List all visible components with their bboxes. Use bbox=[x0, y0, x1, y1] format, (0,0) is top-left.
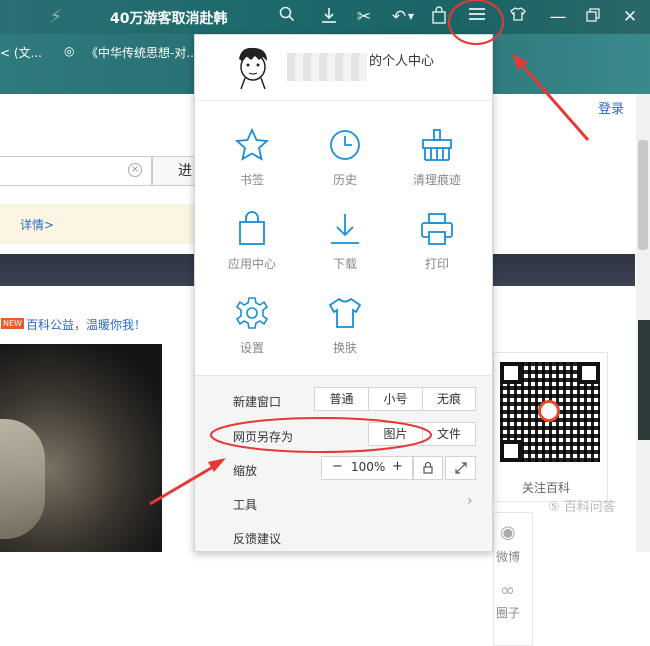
bookmark-item[interactable]: < (文... bbox=[0, 44, 42, 61]
chevron-down-icon[interactable]: ▼ bbox=[406, 6, 416, 28]
clear-icon[interactable]: × bbox=[128, 163, 142, 177]
download-icon[interactable] bbox=[318, 6, 340, 28]
menu-item-bookmarks[interactable]: 书签 bbox=[212, 127, 292, 188]
clock-icon bbox=[330, 130, 360, 160]
menu-item-app-center[interactable]: 应用中心 bbox=[212, 211, 292, 272]
follow-label: 关注百科 bbox=[522, 481, 571, 495]
tshirt-icon bbox=[328, 297, 362, 328]
save-as-label: 网页另存为 bbox=[233, 430, 294, 444]
share-weibo[interactable]: 微博 bbox=[496, 548, 520, 565]
scissors-icon[interactable]: ✂ bbox=[353, 6, 375, 28]
title-bar: ⚡ 40万游客取消赴韩 ✂ ↶ ▼ — ✕ bbox=[0, 0, 650, 34]
scrollbar-thumb[interactable] bbox=[638, 140, 648, 250]
minimize-icon[interactable]: — bbox=[547, 6, 569, 28]
window-title: 40万游客取消赴韩 bbox=[110, 11, 228, 27]
charity-link[interactable]: 百科公益，温暖你我！ bbox=[26, 316, 146, 333]
search-button[interactable]: 进 bbox=[152, 156, 197, 186]
bookmark-item[interactable]: 《中华传统思想-对... bbox=[86, 44, 198, 61]
qr-finder bbox=[500, 440, 522, 462]
qr-finder bbox=[500, 362, 522, 384]
save-as-file-button[interactable]: 文件 bbox=[422, 422, 476, 446]
qr-finder bbox=[578, 362, 600, 384]
watermark: ⑤ 百科问答 bbox=[548, 500, 616, 515]
zoom-in-button[interactable]: + bbox=[392, 459, 403, 474]
shopping-bag-icon bbox=[239, 211, 265, 245]
weibo-icon[interactable]: ◉ bbox=[500, 522, 516, 543]
lock-icon bbox=[423, 461, 433, 474]
image-highlight bbox=[0, 419, 45, 539]
expand-icon bbox=[454, 462, 467, 474]
save-as-image-button[interactable]: 图片 bbox=[368, 422, 423, 446]
zoom-label: 缩放 bbox=[233, 464, 258, 478]
menu-item-print[interactable]: 打印 bbox=[397, 211, 477, 272]
main-menu: 的个人中心 书签 历史 清理痕迹 应用中心 下载 打印 设置 换肤 新建窗口 普… bbox=[194, 34, 493, 552]
brand-logo bbox=[538, 400, 560, 422]
clean-icon bbox=[422, 129, 452, 161]
user-center[interactable]: 的个人中心 bbox=[195, 35, 492, 101]
username-blurred bbox=[287, 53, 367, 81]
circles-icon[interactable]: ∞ bbox=[500, 580, 515, 601]
star-icon bbox=[234, 127, 270, 161]
detail-link[interactable]: 详情> bbox=[20, 216, 54, 233]
lightning-icon[interactable]: ⚡ bbox=[45, 6, 67, 28]
menu-icon[interactable] bbox=[466, 6, 488, 28]
menu-item-skin[interactable]: 换肤 bbox=[305, 295, 385, 356]
download-icon bbox=[331, 214, 359, 244]
menu-item-download[interactable]: 下载 bbox=[305, 211, 385, 272]
close-icon[interactable]: ✕ bbox=[619, 6, 641, 28]
share-circle[interactable]: 圈子 bbox=[496, 604, 520, 621]
new-window-label: 新建窗口 bbox=[233, 395, 282, 409]
zoom-level: 100% bbox=[351, 460, 386, 474]
side-widget bbox=[638, 320, 650, 440]
tools-label[interactable]: 工具 bbox=[233, 496, 257, 513]
new-badge: NEW bbox=[1, 318, 24, 329]
printer-icon bbox=[421, 213, 453, 245]
menu-item-history[interactable]: 历史 bbox=[305, 127, 385, 188]
lock-zoom-button[interactable] bbox=[413, 456, 443, 480]
login-link[interactable]: 登录 bbox=[598, 98, 624, 117]
menu-item-settings[interactable]: 设置 bbox=[212, 295, 292, 356]
globe-icon: ◎ bbox=[64, 44, 75, 58]
bag-icon[interactable] bbox=[428, 6, 450, 28]
avatar[interactable] bbox=[233, 45, 273, 89]
menu-item-clean[interactable]: 清理痕迹 bbox=[397, 127, 477, 188]
feedback-label[interactable]: 反馈建议 bbox=[233, 530, 281, 547]
chevron-right-icon: › bbox=[467, 493, 473, 509]
search-icon[interactable] bbox=[276, 6, 298, 28]
new-window-normal-button[interactable]: 普通 bbox=[314, 387, 369, 411]
restore-icon[interactable] bbox=[582, 6, 604, 28]
new-window-incognito-button[interactable]: 无痕 bbox=[422, 387, 476, 411]
zoom-out-button[interactable]: − bbox=[332, 459, 343, 474]
fullscreen-button[interactable] bbox=[445, 456, 476, 480]
skin-icon[interactable] bbox=[507, 6, 529, 28]
new-window-small-button[interactable]: 小号 bbox=[368, 387, 423, 411]
gear-icon bbox=[235, 297, 269, 329]
user-center-label: 的个人中心 bbox=[369, 54, 435, 69]
